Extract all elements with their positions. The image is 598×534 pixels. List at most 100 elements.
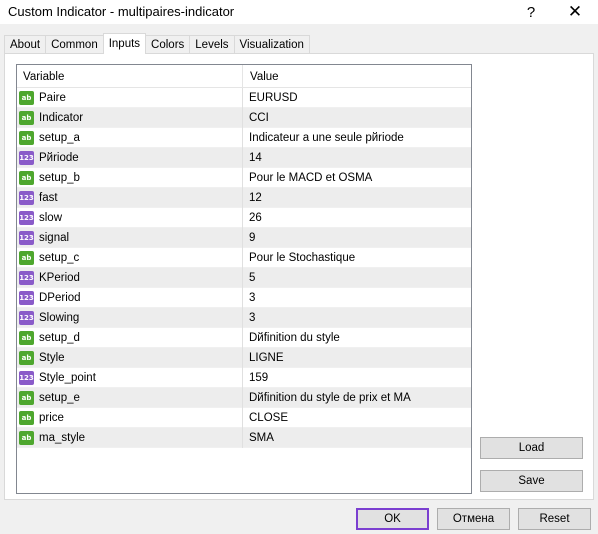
variable-cell: 123 DPeriod — [17, 287, 243, 308]
variable-name: Style — [39, 351, 65, 364]
variable-name: DPeriod — [39, 291, 81, 304]
table-row[interactable]: ab Style LIGNE — [17, 347, 471, 368]
variable-cell: ab setup_c — [17, 247, 243, 268]
close-icon[interactable]: ✕ — [552, 0, 598, 24]
table-row[interactable]: ab price CLOSE — [17, 407, 471, 428]
table-row[interactable]: ab Paire EURUSD — [17, 87, 471, 108]
help-icon[interactable]: ? — [508, 0, 554, 24]
value-cell[interactable]: CLOSE — [243, 408, 471, 428]
column-header-variable[interactable]: Variable — [17, 65, 243, 88]
table-row[interactable]: 123 signal 9 — [17, 227, 471, 248]
table-row[interactable]: 123 Style_point 159 — [17, 367, 471, 388]
window-title: Custom Indicator - multipaires-indicator — [8, 4, 235, 19]
tab-common[interactable]: Common — [45, 35, 104, 54]
value-cell[interactable]: SMA — [243, 428, 471, 448]
table-row[interactable]: ab setup_e Dйfinition du style de prix et … — [17, 387, 471, 408]
value-cell[interactable]: 5 — [243, 268, 471, 288]
table-row[interactable]: ab setup_b Pour le MACD et OSMA — [17, 167, 471, 188]
tab-strip: About Common Inputs Colors Levels Visualizati… — [4, 33, 310, 54]
value-cell[interactable]: Dйfinition du style — [243, 328, 471, 348]
reset-button[interactable]: Reset — [518, 508, 591, 530]
integer-type-icon: 123 — [19, 310, 34, 325]
variable-cell: ab Indicator — [17, 107, 243, 128]
string-type-icon: ab — [19, 410, 34, 425]
value-cell[interactable]: 3 — [243, 308, 471, 328]
string-type-icon: ab — [19, 430, 34, 445]
tab-colors[interactable]: Colors — [145, 35, 191, 54]
table-row[interactable]: 123 Pйriode 14 — [17, 147, 471, 168]
title-bar: Custom Indicator - multipaires-indicator… — [0, 0, 598, 24]
tab-inputs[interactable]: Inputs — [102, 33, 147, 54]
table-row[interactable]: 123 DPeriod 3 — [17, 287, 471, 308]
tab-about[interactable]: About — [4, 35, 47, 54]
variable-name: setup_a — [39, 131, 80, 144]
value-cell[interactable]: 159 — [243, 368, 471, 388]
table-row[interactable]: ab setup_a Indicateur a une seule pйriode — [17, 127, 471, 148]
inputs-grid: Variable Value ab Paire EURUSD ab Indicator C… — [16, 64, 472, 494]
variable-name: Indicator — [39, 111, 84, 124]
variable-name: setup_e — [39, 391, 80, 404]
value-cell[interactable]: 9 — [243, 228, 471, 248]
value-cell[interactable]: LIGNE — [243, 348, 471, 368]
save-button[interactable]: Save — [480, 470, 583, 492]
table-row[interactable]: ab ma_style SMA — [17, 427, 471, 448]
variable-name: Pйriode — [39, 151, 79, 164]
variable-cell: 123 Slowing — [17, 307, 243, 328]
grid-rows: ab Paire EURUSD ab Indicator CCI ab setup_a Ind… — [17, 87, 471, 448]
value-cell[interactable]: 12 — [243, 188, 471, 208]
variable-name: Paire — [39, 91, 66, 104]
integer-type-icon: 123 — [19, 190, 34, 205]
string-type-icon: ab — [19, 330, 34, 345]
load-button[interactable]: Load — [480, 437, 583, 459]
table-row[interactable]: ab setup_d Dйfinition du style — [17, 327, 471, 348]
variable-name: KPeriod — [39, 271, 80, 284]
variable-cell: ab setup_e — [17, 387, 243, 408]
integer-type-icon: 123 — [19, 370, 34, 385]
table-row[interactable]: 123 Slowing 3 — [17, 307, 471, 328]
value-cell[interactable]: EURUSD — [243, 88, 471, 108]
variable-cell: 123 Pйriode — [17, 147, 243, 168]
variable-cell: ab Style — [17, 347, 243, 368]
variable-cell: 123 fast — [17, 187, 243, 208]
variable-name: price — [39, 411, 64, 424]
string-type-icon: ab — [19, 350, 34, 365]
variable-cell: 123 Style_point — [17, 367, 243, 388]
string-type-icon: ab — [19, 250, 34, 265]
integer-type-icon: 123 — [19, 150, 34, 165]
variable-cell: ab setup_d — [17, 327, 243, 348]
tab-visualization[interactable]: Visualization — [233, 35, 310, 54]
value-cell[interactable]: Pour le Stochastique — [243, 248, 471, 268]
value-cell[interactable]: 3 — [243, 288, 471, 308]
variable-name: signal — [39, 231, 70, 244]
string-type-icon: ab — [19, 170, 34, 185]
table-row[interactable]: 123 fast 12 — [17, 187, 471, 208]
table-row[interactable]: 123 slow 26 — [17, 207, 471, 228]
cancel-button[interactable]: Отмена — [437, 508, 510, 530]
value-cell[interactable]: Pour le MACD et OSMA — [243, 168, 471, 188]
column-header-value[interactable]: Value — [243, 65, 471, 88]
variable-cell: ab setup_a — [17, 127, 243, 148]
variable-cell: 123 signal — [17, 227, 243, 248]
grid-header: Variable Value — [17, 65, 471, 88]
tab-levels[interactable]: Levels — [189, 35, 235, 54]
table-row[interactable]: ab setup_c Pour le Stochastique — [17, 247, 471, 268]
string-type-icon: ab — [19, 90, 34, 105]
value-cell[interactable]: CCI — [243, 108, 471, 128]
variable-cell: ab setup_b — [17, 167, 243, 188]
value-cell[interactable]: Indicateur a une seule pйriode — [243, 128, 471, 148]
table-row[interactable]: 123 KPeriod 5 — [17, 267, 471, 288]
variable-name: slow — [39, 211, 63, 224]
value-cell[interactable]: 26 — [243, 208, 471, 228]
ok-button[interactable]: OK — [356, 508, 429, 530]
string-type-icon: ab — [19, 110, 34, 125]
integer-type-icon: 123 — [19, 210, 34, 225]
variable-name: Style_point — [39, 371, 96, 384]
variable-cell: ab Paire — [17, 87, 243, 108]
variable-name: fast — [39, 191, 58, 204]
value-cell[interactable]: Dйfinition du style de prix et MA — [243, 388, 471, 408]
variable-cell: ab price — [17, 407, 243, 428]
table-row[interactable]: ab Indicator CCI — [17, 107, 471, 128]
variable-name: Slowing — [39, 311, 80, 324]
variable-cell: 123 KPeriod — [17, 267, 243, 288]
value-cell[interactable]: 14 — [243, 148, 471, 168]
